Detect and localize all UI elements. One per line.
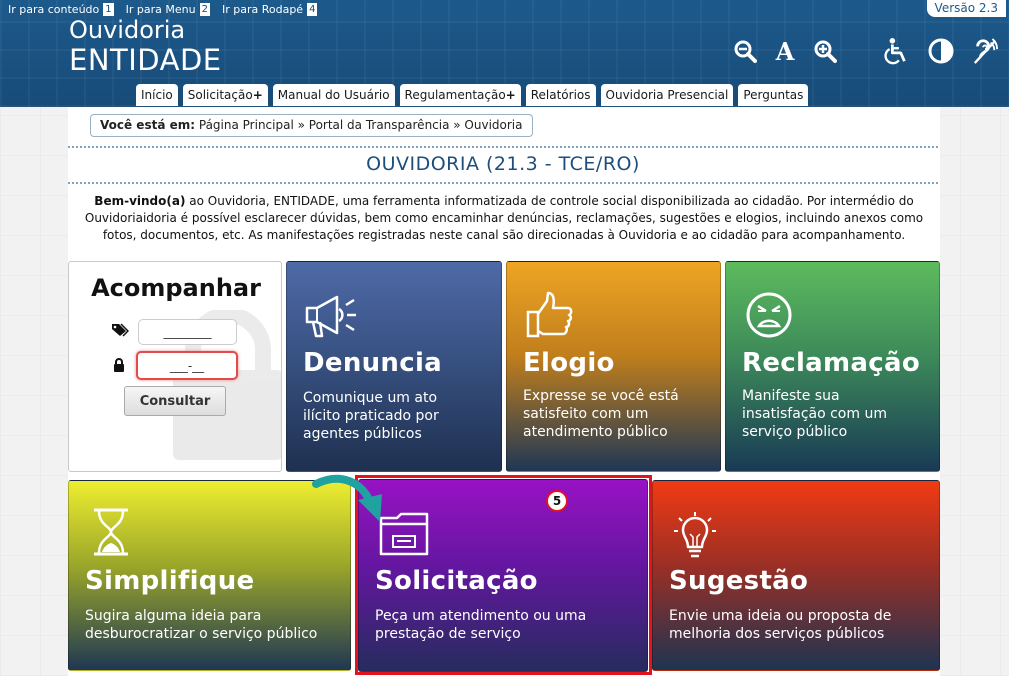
tile-solicitacao-title: Solicitação [375, 566, 538, 596]
lock-icon [114, 358, 124, 372]
zoom-out-icon[interactable] [732, 36, 758, 66]
breadcrumb-path[interactable]: Página Principal » Portal da Transparênc… [199, 118, 523, 132]
svg-text:A: A [775, 39, 795, 63]
tile-reclamacao-desc: Manifeste sua insatisfação com um serviço … [742, 388, 887, 440]
tile-denuncia-title: Denuncia [303, 348, 443, 378]
contrast-icon[interactable] [928, 36, 954, 66]
divider-bottom [68, 182, 938, 184]
brand-line1: Ouvidoria [69, 16, 186, 44]
lightbulb-icon [674, 512, 716, 558]
tile-elogio-title: Elogio [523, 348, 615, 378]
intro-text: Bem-vindo(a) ao Ouvidoria, ENTIDADE, uma… [84, 194, 924, 242]
tile-reclamacao-title: Reclamação [742, 348, 920, 378]
step-badge: 5 [546, 490, 568, 512]
thumbs-up-icon [526, 291, 573, 338]
tile-sugestao[interactable]: Sugestão Envie uma ideia ou proposta de m… [652, 480, 940, 671]
zoom-in-icon[interactable] [812, 36, 838, 66]
tile-elogio-desc: Expresse se você está satisfeito com um at… [523, 388, 679, 440]
tile-elogio[interactable]: Elogio Expresse se você está satisfeito c… [506, 261, 721, 472]
skip-link-content[interactable]: Ir para conteúdo 1 [8, 3, 114, 16]
hourglass-icon [94, 508, 128, 556]
skip-link-footer[interactable]: Ir para Rodapé 4 [222, 3, 318, 16]
tile-solicitacao-desc: Peça um atendimento ou uma prestação de s… [375, 608, 587, 642]
track-panel: Acompanhar Consultar [68, 261, 282, 472]
megaphone-icon [305, 295, 356, 338]
nav-item-perguntas[interactable]: Perguntas [738, 84, 809, 106]
version-badge: Versão 2.3 [926, 0, 1006, 17]
nav-item-ouvidoria-presencial[interactable]: Ouvidoria Presencial [600, 84, 734, 106]
nav-item-relatorios[interactable]: Relatórios [525, 84, 596, 106]
tile-reclamacao[interactable]: Reclamação Manifeste sua insatisfação com… [725, 261, 940, 472]
accessibility-tools [884, 36, 998, 66]
font-tools: A [732, 36, 838, 66]
hearing-icon[interactable] [972, 36, 998, 66]
protocol-input[interactable] [138, 319, 237, 345]
tile-solicitacao[interactable]: Solicitação Peça um atendimento ou uma pr… [358, 479, 648, 672]
pointer-arrow-icon [312, 474, 382, 522]
tile-sugestao-desc: Envie uma ideia ou proposta de melhoria d… [669, 608, 892, 642]
tile-sugestao-title: Sugestão [669, 566, 809, 596]
nav-item-inicio[interactable]: Início [136, 84, 178, 106]
brand-line2: ENTIDADE [69, 43, 222, 77]
site-header: Ir para conteúdo 1 Ir para Menu 2 Ir para … [0, 0, 1009, 107]
page-title: OUVIDORIA (21.3 - TCE/RO) [366, 153, 640, 175]
accessibility-icon[interactable] [884, 36, 910, 66]
divider-top [68, 146, 938, 148]
password-input[interactable] [136, 351, 238, 380]
breadcrumb: Você está em: Página Principal » Portal … [90, 114, 533, 137]
nav-item-manual[interactable]: Manual do Usuário [272, 84, 395, 106]
consult-button[interactable]: Consultar [124, 386, 226, 416]
track-title: Acompanhar [91, 274, 261, 302]
breadcrumb-prefix: Você está em: [100, 118, 196, 132]
nav-item-solicitacao[interactable]: Solicitação+ [182, 84, 268, 106]
tile-simplifique-desc: Sugira alguma ideia para desburocratizar … [85, 608, 318, 642]
tag-icon [112, 323, 129, 337]
skip-links: Ir para conteúdo 1 Ir para Menu 2 Ir para … [8, 3, 318, 16]
nav-item-regulamentacao[interactable]: Regulamentação+ [399, 84, 521, 106]
skip-link-menu[interactable]: Ir para Menu 2 [126, 3, 210, 16]
angry-face-icon [746, 292, 792, 338]
site-brand[interactable]: Ouvidoria ENTIDADE [69, 18, 222, 75]
font-size-icon[interactable]: A [772, 36, 798, 66]
tile-denuncia[interactable]: Denuncia Comunique um ato ilícito pratica… [286, 261, 502, 472]
tile-denuncia-desc: Comunique um ato ilícito praticado por age… [303, 390, 439, 442]
tile-simplifique[interactable]: Simplifique Sugira alguma ideia para desb… [68, 480, 351, 671]
tile-simplifique-title: Simplifique [85, 566, 255, 596]
main-nav: Início Solicitação+ Manual do Usuário Re… [136, 84, 809, 106]
